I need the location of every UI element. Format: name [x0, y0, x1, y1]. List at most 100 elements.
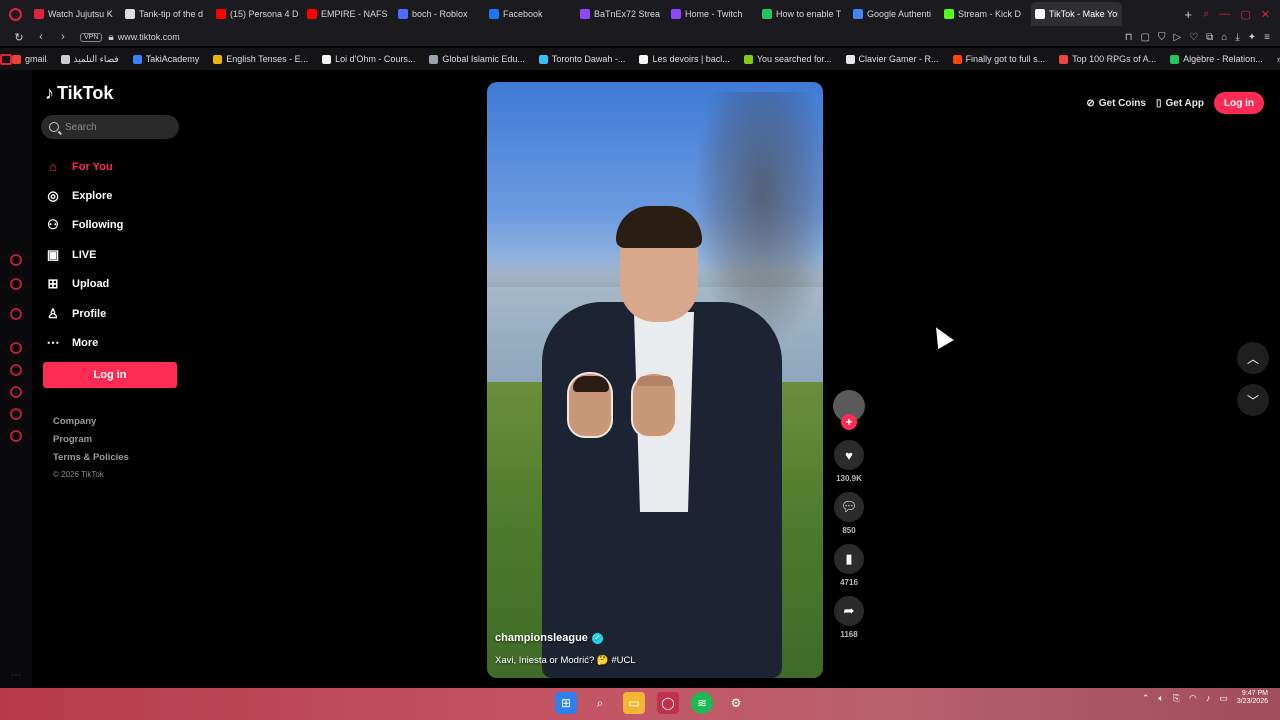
- bookmark-item[interactable]: Finally got to full s...: [952, 54, 1045, 64]
- search-icon[interactable]: ⌕: [589, 692, 611, 714]
- comment-action[interactable]: 💬︎ 850: [832, 492, 866, 535]
- program-link[interactable]: Program: [53, 434, 129, 452]
- browser-tab[interactable]: boch - Roblox: [394, 2, 485, 26]
- wifi-icon[interactable]: ◠: [1189, 693, 1197, 704]
- browser-tab[interactable]: TikTok - Make Your Da: [1031, 2, 1122, 26]
- start-icon[interactable]: ⊞: [555, 692, 577, 714]
- maximize-icon[interactable]: ▢: [1240, 8, 1250, 21]
- heart-icon[interactable]: ♥: [834, 440, 864, 470]
- bookmark-item[interactable]: Top 100 RPGs of A...: [1059, 54, 1156, 64]
- forward-icon[interactable]: ›: [52, 31, 74, 43]
- file-explorer-icon[interactable]: ▭: [623, 692, 645, 714]
- tray-overflow-icon[interactable]: ⌃: [1142, 693, 1150, 704]
- nav-item-following[interactable]: ⚇ Following: [45, 211, 123, 240]
- sidebar-toggle-icon[interactable]: [0, 53, 12, 65]
- browser-tab[interactable]: Stream - Kick D: [940, 2, 1031, 26]
- browser-tab[interactable]: (15) Persona 4 D: [212, 2, 303, 26]
- follow-plus-icon[interactable]: +: [841, 414, 857, 430]
- microphone-icon[interactable]: ⎘: [1173, 693, 1180, 704]
- nav-item-for-you[interactable]: ⌂ For You: [45, 152, 123, 181]
- back-icon[interactable]: ‹: [30, 31, 52, 43]
- video-player[interactable]: championsleague ✓ Xavi, Iniesta or Modri…: [487, 82, 823, 678]
- steam-icon[interactable]: ⚙: [725, 692, 747, 714]
- sidebar-login-button[interactable]: Log in: [43, 362, 177, 388]
- reload-icon[interactable]: ↻: [8, 31, 30, 44]
- bookmark-item[interactable]: فضاء التلميذ: [60, 54, 119, 65]
- browser-tab[interactable]: BaTnEx72 Strea: [576, 2, 667, 26]
- aria-icon[interactable]: [10, 254, 22, 266]
- menu-icon[interactable]: ≡: [1264, 32, 1270, 43]
- minimize-icon[interactable]: —: [1219, 8, 1230, 20]
- bookmark-item[interactable]: gmail: [12, 54, 47, 64]
- share-icon[interactable]: ➦: [834, 596, 864, 626]
- wallet-icon[interactable]: ⌂: [1221, 32, 1227, 43]
- browser-tab[interactable]: EMPIRE - NAFS: [303, 2, 394, 26]
- nav-item-explore[interactable]: ◎ Explore: [45, 181, 123, 210]
- ai-icon[interactable]: ✦: [1248, 32, 1256, 43]
- new-tab-button[interactable]: +: [1179, 7, 1197, 22]
- download-icon[interactable]: ⤓: [1235, 32, 1239, 43]
- browser-tab[interactable]: Facebook: [485, 2, 576, 26]
- next-video-button[interactable]: ﹀: [1237, 384, 1269, 416]
- nav-item-more[interactable]: ⋯ More: [45, 328, 123, 357]
- like-action[interactable]: ♥ 130.9K: [832, 440, 866, 483]
- clock[interactable]: 9:47 PM 3/23/2026: [1237, 690, 1268, 707]
- tiktok-logo[interactable]: ♪ TikTok: [45, 83, 113, 104]
- history-icon[interactable]: [10, 386, 22, 398]
- bookmark-item[interactable]: Clavier Gamer - R...: [845, 54, 939, 64]
- bookmark-item[interactable]: Algèbre - Relation...: [1170, 54, 1263, 64]
- video-author[interactable]: championsleague ✓: [495, 632, 603, 644]
- share-action[interactable]: ➦ 1168: [832, 596, 866, 639]
- battery-icon[interactable]: ▭: [1219, 693, 1228, 704]
- terms-link[interactable]: Terms & Policies: [53, 452, 129, 470]
- browser-tab[interactable]: Watch Jujutsu K: [30, 2, 121, 26]
- search-input[interactable]: [65, 121, 165, 133]
- chevron-up-icon: ︿: [1246, 351, 1259, 366]
- play-icon[interactable]: ▷: [1173, 32, 1181, 43]
- company-link[interactable]: Company: [53, 416, 129, 434]
- bookmark-item[interactable]: English Tenses - E...: [213, 54, 308, 64]
- bookmark-icon[interactable]: ▮: [834, 544, 864, 574]
- downloads-icon[interactable]: [10, 408, 22, 420]
- snapshot-icon[interactable]: ▢: [1141, 32, 1150, 43]
- settings-icon[interactable]: [10, 430, 22, 442]
- bookmark-item[interactable]: Loi d'Ohm - Cours...: [322, 54, 415, 64]
- bookmark-item[interactable]: You searched for...: [743, 54, 832, 64]
- bookmark-item[interactable]: Global Islamic Edu...: [429, 54, 525, 64]
- nav-item-live[interactable]: ▣ LIVE: [45, 240, 123, 269]
- spotify-icon[interactable]: ≋: [691, 692, 713, 714]
- bookmark-item[interactable]: TakiAcademy: [132, 54, 199, 64]
- url-field[interactable]: www.tiktok.com: [118, 32, 180, 42]
- bookmark-item[interactable]: Les devoirs | bacl...: [639, 54, 730, 64]
- favorites-icon[interactable]: [10, 364, 22, 376]
- comment-icon[interactable]: 💬︎: [834, 492, 864, 522]
- nav-item-profile[interactable]: ♙ Profile: [45, 299, 123, 328]
- messenger-icon[interactable]: [10, 278, 22, 290]
- header-login-button[interactable]: Log in: [1214, 92, 1264, 114]
- heart-icon[interactable]: ♡: [1189, 32, 1198, 43]
- browser-tab[interactable]: Home - Twitch: [667, 2, 758, 26]
- previous-video-button[interactable]: ︿: [1237, 342, 1269, 374]
- pin-icon[interactable]: ⊓: [1125, 32, 1133, 43]
- speaker-icon[interactable]: ♪: [1206, 693, 1211, 703]
- browser-tab[interactable]: How to enable T: [758, 2, 849, 26]
- rail-more-icon[interactable]: ⋯: [11, 670, 21, 681]
- get-app-link[interactable]: ▯ Get App: [1156, 98, 1204, 109]
- volume-icon[interactable]: 🔈︎: [1158, 693, 1163, 704]
- instagram-icon[interactable]: [10, 308, 22, 320]
- nav-item-upload[interactable]: ⊞ Upload: [45, 270, 123, 299]
- opera-gx-icon[interactable]: ◯: [657, 692, 679, 714]
- save-action[interactable]: ▮ 4716: [832, 544, 866, 587]
- extensions-icon[interactable]: ⧉: [1206, 32, 1213, 43]
- player-icon[interactable]: [10, 342, 22, 354]
- shield-icon[interactable]: ⛉: [1158, 32, 1166, 43]
- search-box[interactable]: [41, 115, 179, 139]
- search-tabs-icon[interactable]: ⌕: [1203, 8, 1209, 21]
- close-window-icon[interactable]: ✕: [1261, 8, 1270, 21]
- get-coins-link[interactable]: ⊘ Get Coins: [1086, 98, 1146, 109]
- bookmark-item[interactable]: Toronto Dawah -...: [538, 54, 625, 64]
- vpn-badge[interactable]: VPN: [80, 32, 103, 42]
- browser-tab[interactable]: Google Authenti: [849, 2, 940, 26]
- opera-menu-icon[interactable]: [0, 0, 30, 28]
- browser-tab[interactable]: Tank-tip of the d: [121, 2, 212, 26]
